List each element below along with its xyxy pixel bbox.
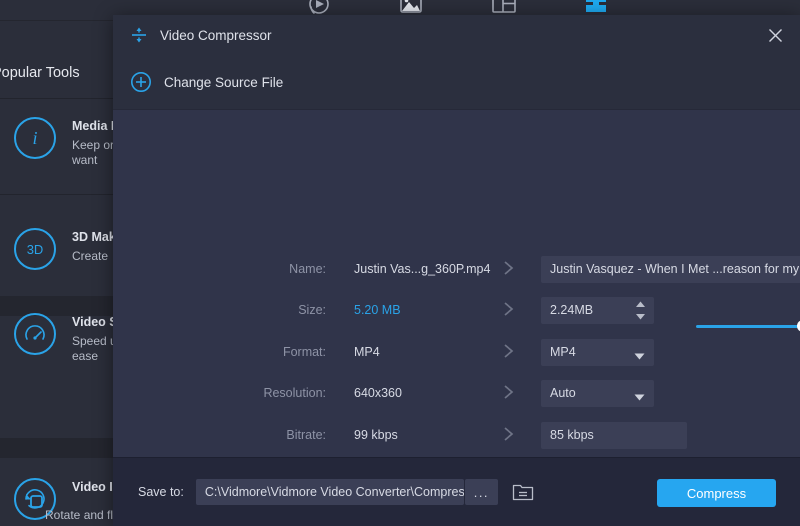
app-root: Popular Tools i Media I Keep orwant 3D 3…	[0, 0, 800, 526]
chevron-down-icon	[634, 349, 645, 363]
size-stepper-field[interactable]: 2.24MB	[541, 297, 654, 324]
row-bitrate: Bitrate: 99 kbps 85 kbps	[113, 421, 800, 449]
chevron-right-icon	[502, 341, 516, 361]
dialog-title: Video Compressor	[160, 28, 272, 43]
size-stepper-arrows[interactable]	[635, 301, 646, 320]
compress-button[interactable]: Compress	[657, 479, 776, 507]
row-format: Format: MP4 MP4	[113, 338, 800, 366]
row-label-format: Format:	[206, 345, 326, 359]
tool-card-title: Video S	[72, 315, 118, 329]
chevron-right-icon	[502, 424, 516, 444]
chevron-right-icon	[502, 382, 516, 402]
dialog-header: Video Compressor	[113, 15, 800, 55]
close-icon[interactable]	[762, 23, 788, 47]
row-label-size: Size:	[206, 303, 326, 317]
row-value-name: Justin Vas...g_360P.mp4	[354, 262, 490, 276]
resolution-select-value: Auto	[550, 386, 576, 400]
svg-text:i: i	[32, 128, 37, 148]
popular-tools-label: Popular Tools	[0, 65, 80, 81]
save-to-path-value: C:\Vidmore\Vidmore Video Converter\Compr…	[205, 485, 464, 499]
row-label-bitrate: Bitrate:	[206, 428, 326, 442]
row-label-name: Name:	[206, 262, 326, 276]
dialog-body: Name: Justin Vas...g_360P.mp4 Justin Vas…	[113, 110, 800, 457]
sidebar-divider	[0, 194, 130, 195]
row-resolution: Resolution: 640x360 Auto	[113, 379, 800, 407]
folder-icon[interactable]	[511, 481, 535, 503]
row-label-resolution: Resolution:	[206, 386, 326, 400]
change-source-label: Change Source File	[164, 75, 283, 90]
chevron-right-icon	[502, 258, 516, 278]
plus-circle-icon	[130, 71, 152, 93]
sidebar-divider	[0, 98, 130, 99]
bitrate-value: 85 kbps	[550, 428, 594, 442]
chevron-right-icon	[502, 299, 516, 319]
row-value-resolution: 640x360	[354, 386, 402, 400]
format-select-value: MP4	[550, 345, 576, 359]
chevron-down-icon	[634, 390, 645, 404]
speed-gauge-icon	[14, 313, 56, 355]
save-to-label: Save to:	[138, 485, 184, 499]
tool-card-title: 3D Mak	[72, 230, 116, 244]
format-select[interactable]: MP4	[541, 339, 654, 366]
row-value-format: MP4	[354, 345, 380, 359]
dialog-footer: Save to: C:\Vidmore\Vidmore Video Conver…	[113, 457, 800, 526]
svg-text:3D: 3D	[27, 242, 44, 257]
change-source-bar[interactable]: Change Source File	[113, 55, 800, 110]
tool-card-title: Media I	[72, 119, 114, 133]
info-icon: i	[14, 117, 56, 159]
row-value-bitrate: 99 kbps	[354, 428, 398, 442]
row-value-size: 5.20 MB	[354, 303, 401, 317]
3d-icon: 3D	[14, 228, 56, 270]
save-to-path-input[interactable]: C:\Vidmore\Vidmore Video Converter\Compr…	[196, 479, 464, 505]
tool-card-title: Video I	[72, 480, 113, 494]
video-compressor-dialog: Video Compressor Change Source File	[113, 15, 800, 526]
compression-slider[interactable]	[696, 320, 800, 332]
size-stepper-value: 2.24MB	[550, 303, 593, 317]
bitrate-field[interactable]: 85 kbps	[541, 422, 687, 449]
popular-tools-heading: Popular Tools	[0, 56, 120, 90]
slider-fill	[696, 325, 800, 328]
resolution-select[interactable]: Auto	[541, 380, 654, 407]
name-output-value: Justin Vasquez - When I Met ...reason fo…	[550, 262, 800, 276]
browse-button[interactable]: ...	[465, 479, 498, 505]
row-name: Name: Justin Vas...g_360P.mp4 Justin Vas…	[113, 255, 800, 283]
slider-handle[interactable]	[797, 320, 800, 332]
compressor-icon	[130, 26, 148, 44]
name-output-field[interactable]: Justin Vasquez - When I Met ...reason fo…	[541, 256, 800, 283]
